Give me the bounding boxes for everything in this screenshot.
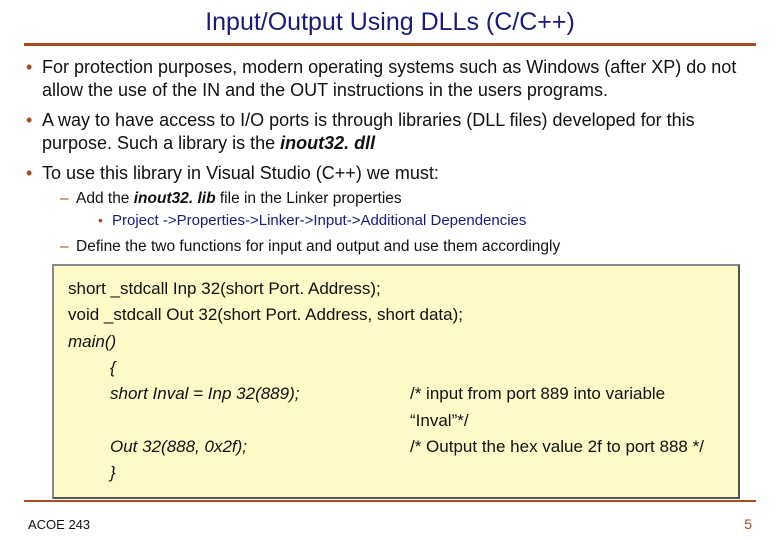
- code-l5a: short Inval = Inp 32(889);: [68, 381, 410, 434]
- bullet-protection: For protection purposes, modern operatin…: [24, 56, 756, 101]
- code-line-6: Out 32(888, 0x2f); /* Output the hex val…: [68, 434, 724, 460]
- code-l6a: Out 32(888, 0x2f);: [68, 434, 410, 460]
- bullet-library: A way to have access to I/O ports is thr…: [24, 109, 756, 154]
- code-line-1: short _stdcall Inp 32(short Port. Addres…: [68, 276, 724, 302]
- code-main: main(): [68, 332, 116, 351]
- code-box: short _stdcall Inp 32(short Port. Addres…: [52, 264, 740, 499]
- main-list: For protection purposes, modern operatin…: [24, 56, 756, 256]
- code-l5b: /* input from port 889 into variable “In…: [410, 381, 724, 434]
- sub-define: Define the two functions for input and o…: [60, 237, 756, 256]
- footer-rule: [24, 500, 756, 502]
- sub-add-c: file in the Linker properties: [216, 190, 402, 207]
- code-line-2: void _stdcall Out 32(short Port. Address…: [68, 302, 724, 328]
- dll-name: inout32. dll: [280, 133, 375, 153]
- subsub-path: Project ->Properties->Linker->Input->Add…: [98, 212, 756, 231]
- code-line-5: short Inval = Inp 32(889); /* input from…: [68, 381, 724, 434]
- footer-left: ACOE 243: [28, 517, 90, 532]
- sub-add-lib: Add the inout32. lib file in the Linker …: [60, 189, 756, 231]
- code-line-4: {: [68, 355, 724, 381]
- lib-name: inout32. lib: [134, 190, 216, 207]
- code-l6b: /* Output the hex value 2f to port 888 *…: [410, 434, 724, 460]
- sub-add-a: Add the: [76, 190, 134, 207]
- bullet-use: To use this library in Visual Studio (C+…: [24, 162, 756, 256]
- slide-number: 5: [744, 516, 752, 532]
- subsub-list: Project ->Properties->Linker->Input->Add…: [98, 212, 756, 231]
- code-line-3: main(): [68, 329, 724, 355]
- slide-title: Input/Output Using DLLs (C/C++): [24, 8, 756, 37]
- bullet-use-text: To use this library in Visual Studio (C+…: [42, 163, 439, 183]
- slide: Input/Output Using DLLs (C/C++) For prot…: [0, 0, 780, 540]
- title-rule: [24, 43, 756, 46]
- code-line-7: }: [68, 460, 724, 486]
- sub-list: Add the inout32. lib file in the Linker …: [60, 189, 756, 257]
